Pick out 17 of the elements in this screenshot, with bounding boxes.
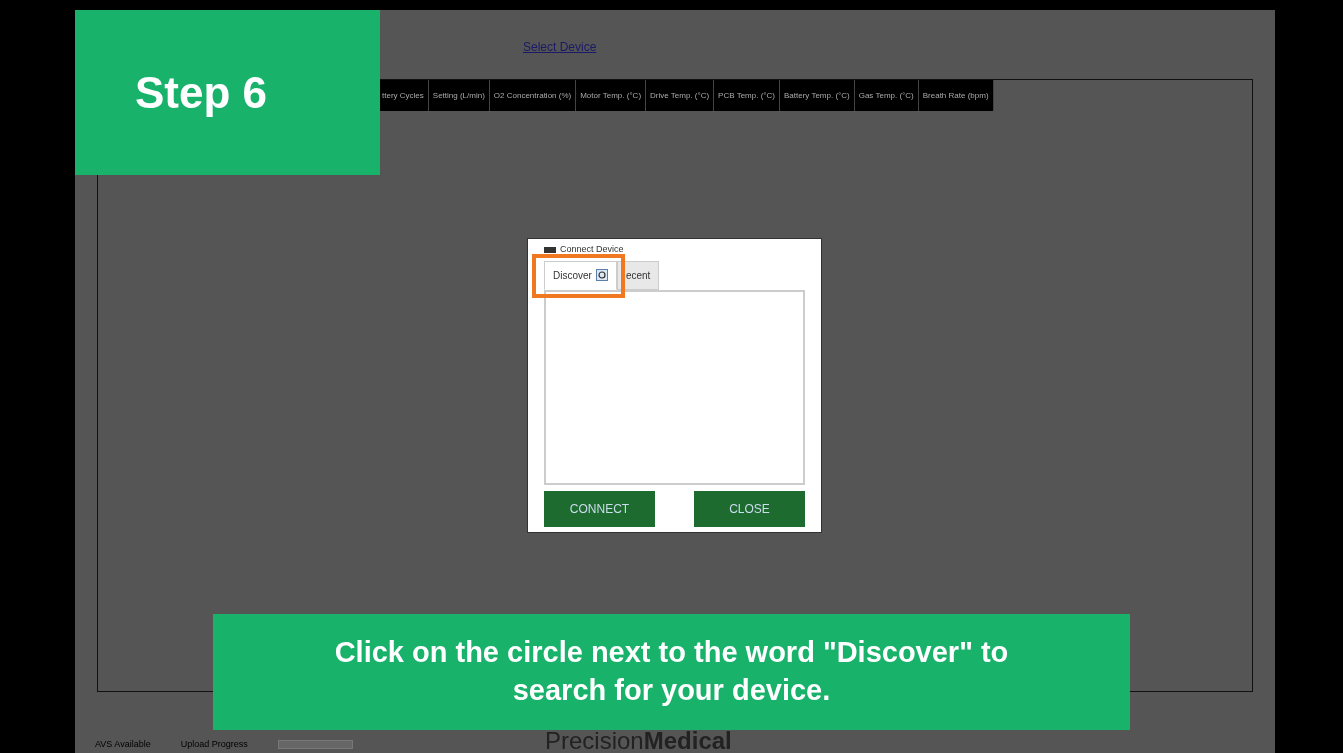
dialog-button[interactable]: CLOSE	[694, 490, 805, 527]
column-header: Motor Temp. (°C)	[576, 80, 647, 111]
upload-label: Upload Progress	[180, 737, 248, 751]
dialog-tab[interactable]: Discover	[544, 260, 617, 290]
refresh-icon[interactable]	[595, 269, 608, 281]
column-header: PCB Temp. (°C)	[714, 80, 780, 111]
caption-text: Click on the circle next to the word "Discover" to search for your device.	[213, 614, 1130, 730]
column-header: Gas Temp. (°C)	[854, 80, 919, 111]
column-header: Setting (L/min)	[428, 80, 490, 111]
column-header: Drive Temp. (°C)	[646, 80, 715, 111]
avs-label: AVS Available	[95, 737, 151, 751]
dialog-title: Connect Device	[560, 243, 624, 256]
column-header: O2 Concentration (%)	[489, 80, 577, 111]
step-label: Step 6	[75, 10, 380, 175]
column-header: Battery Temp. (°C)	[779, 80, 855, 111]
column-header: Breath Rate (bpm)	[918, 80, 994, 111]
dialog-button[interactable]: CONNECT	[544, 490, 655, 527]
